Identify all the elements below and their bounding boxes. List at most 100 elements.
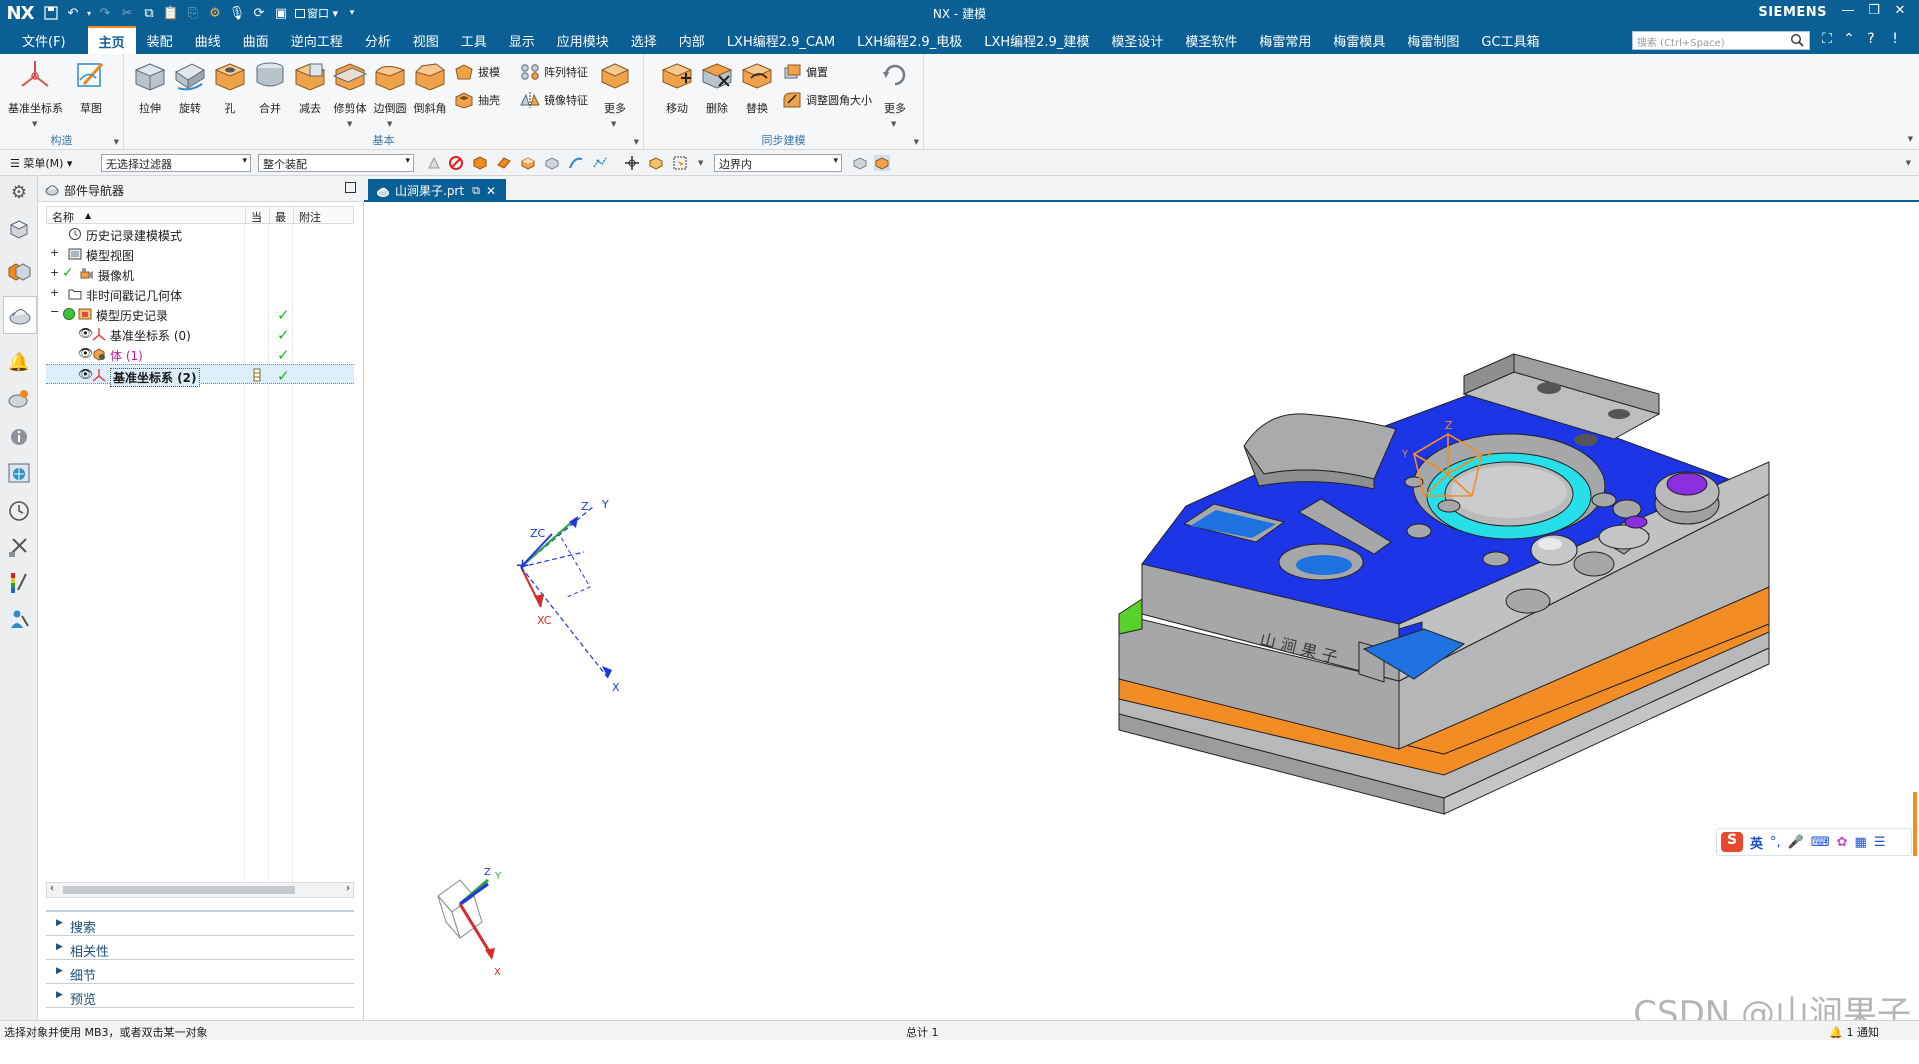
- voice-input-icon[interactable]: 🎤: [1788, 835, 1804, 850]
- visibility-eye-icon[interactable]: 👁: [78, 326, 93, 340]
- undo-dropdown-icon[interactable]: ▾: [84, 2, 94, 24]
- model-canvas[interactable]: + Y Z X ZC XC X Z Y 山 涧 果 子 Z Y X: [364, 204, 1919, 1020]
- selection-filter-icon[interactable]: [426, 155, 442, 171]
- chevron-down-icon[interactable]: ▼: [387, 120, 392, 128]
- shaded-edges-icon[interactable]: [852, 155, 868, 171]
- tab-lxh-electrode[interactable]: LXH编程2.9_电极: [846, 26, 973, 54]
- snap-point-icon[interactable]: [592, 155, 608, 171]
- punctuation-icon[interactable]: °,: [1770, 835, 1781, 850]
- tab-internal[interactable]: 内部: [668, 26, 716, 54]
- chevron-down-icon[interactable]: ▼: [891, 120, 896, 128]
- chevron-down-icon[interactable]: ▼: [611, 120, 616, 128]
- ime-menu-icon[interactable]: ☰: [1874, 835, 1886, 850]
- tab-meilei-mold[interactable]: 梅雷模具: [1322, 26, 1396, 54]
- work-csys-triad[interactable]: + Y Z X ZC XC: [515, 498, 620, 694]
- mirror-feature-button[interactable]: 镜像特征: [520, 88, 588, 112]
- reuse-library-icon[interactable]: [6, 386, 32, 412]
- alert-icon[interactable]: !: [1886, 31, 1904, 49]
- shell-button[interactable]: 抽壳: [454, 88, 500, 112]
- cut-icon[interactable]: ✂: [116, 2, 138, 24]
- tree-row-model-views[interactable]: + 模型视图: [46, 244, 354, 264]
- expand-icon[interactable]: +: [50, 266, 59, 279]
- select-curve-icon[interactable]: [568, 155, 584, 171]
- tab-reverse-engineering[interactable]: 逆向工程: [280, 26, 354, 54]
- close-button[interactable]: ✕: [1889, 3, 1911, 23]
- sync-more-button[interactable]: 更多 ▼: [874, 58, 916, 128]
- window-menu-icon[interactable]: 窗口 ▾: [292, 2, 341, 24]
- selection-scope-select[interactable]: 整个装配 ▾: [258, 154, 414, 172]
- visibility-eye-icon[interactable]: 👁: [78, 367, 93, 381]
- expand-icon[interactable]: +: [50, 286, 59, 299]
- column-notes[interactable]: 附注: [299, 209, 321, 225]
- expand-icon[interactable]: +: [50, 246, 59, 259]
- selection-intent-icon[interactable]: [648, 155, 664, 171]
- keyboard-icon[interactable]: ⌨: [1811, 835, 1830, 850]
- checkmark-icon[interactable]: ✓: [62, 265, 74, 281]
- top-menu-button[interactable]: ☰ 菜单(M) ▾: [10, 155, 72, 171]
- command-finder-icon[interactable]: ⚙: [204, 2, 226, 24]
- section-search[interactable]: ▶ 搜索: [46, 914, 354, 936]
- tab-analysis[interactable]: 分析: [354, 26, 402, 54]
- tab-lxh-modeling[interactable]: LXH编程2.9_建模: [973, 26, 1100, 54]
- scrollbar-thumb[interactable]: [63, 886, 295, 894]
- tree-row-cameras[interactable]: + ✓ 摄像机: [46, 264, 354, 284]
- fullscreen-icon[interactable]: ⛶: [1818, 31, 1836, 49]
- chevron-down-icon[interactable]: ▼: [634, 138, 639, 146]
- ime-language[interactable]: 英: [1750, 833, 1763, 852]
- document-tab[interactable]: 山涧果子.prt ⧉ ✕: [368, 179, 506, 202]
- type-filter-select[interactable]: 无选择过滤器 ▾: [101, 154, 251, 172]
- section-details[interactable]: ▶ 细节: [46, 962, 354, 984]
- move-handle-icon[interactable]: [624, 155, 640, 171]
- pop-out-icon[interactable]: ⧉: [472, 184, 480, 198]
- draft-button[interactable]: 拔模: [454, 60, 500, 84]
- duplicate-icon[interactable]: ⎘: [182, 2, 204, 24]
- palette-icon[interactable]: [6, 570, 32, 596]
- column-name[interactable]: 名称: [52, 209, 74, 225]
- web-browser-icon[interactable]: [6, 460, 32, 486]
- toolbox-grid-icon[interactable]: ▦: [1855, 835, 1867, 850]
- tab-tools[interactable]: 工具: [450, 26, 498, 54]
- visibility-eye-icon[interactable]: 👁: [78, 346, 93, 360]
- select-feature-icon[interactable]: [520, 155, 536, 171]
- chevron-down-icon[interactable]: ▼: [914, 138, 919, 146]
- scroll-right-icon[interactable]: ›: [346, 883, 350, 894]
- selection-bar-options-icon[interactable]: ▼: [1906, 159, 1911, 167]
- ime-toolbar[interactable]: S 英 °, 🎤 ⌨ ✿ ▦ ☰: [1716, 828, 1912, 856]
- assembly-navigator-icon[interactable]: [6, 216, 32, 242]
- section-dependencies[interactable]: ▶ 相关性: [46, 938, 354, 960]
- replace-face-button[interactable]: 替换: [736, 58, 778, 115]
- tab-mosheng-software[interactable]: 模圣软件: [1174, 26, 1248, 54]
- tab-assembly[interactable]: 装配: [136, 26, 184, 54]
- chevron-down-icon[interactable]: ▼: [347, 120, 352, 128]
- boundary-select[interactable]: 边界内 ▾: [714, 154, 842, 172]
- pattern-feature-button[interactable]: 阵列特征: [520, 60, 588, 84]
- datum-csys-button[interactable]: 基准坐标系 ▼: [8, 58, 63, 128]
- basic-more-button[interactable]: 更多 ▼: [594, 58, 636, 128]
- tab-curve[interactable]: 曲线: [184, 26, 232, 54]
- microphone-icon[interactable]: 🎙: [226, 2, 248, 24]
- chamfer-button[interactable]: 倒斜角: [409, 58, 451, 115]
- column-current[interactable]: 当: [251, 209, 262, 225]
- select-face-icon[interactable]: [496, 155, 512, 171]
- help-icon[interactable]: ?: [1862, 31, 1880, 49]
- chevron-down-icon[interactable]: ▼: [32, 120, 37, 128]
- column-latest[interactable]: 最: [275, 209, 286, 225]
- graphics-window[interactable]: + Y Z X ZC XC X Z Y 山 涧 果 子 Z Y X: [364, 204, 1919, 1020]
- part-navigator-tab[interactable]: [3, 296, 37, 334]
- collapse-ribbon-icon[interactable]: ⌃: [1840, 31, 1858, 49]
- file-menu[interactable]: 文件(F): [0, 26, 88, 54]
- tab-home[interactable]: 主页: [87, 26, 136, 54]
- tab-gc-toolbox[interactable]: GC工具箱: [1470, 26, 1550, 54]
- copy-icon[interactable]: ⧉: [138, 2, 160, 24]
- offset-region-button[interactable]: 偏置: [782, 60, 828, 84]
- settings-gear-icon[interactable]: ⚙: [6, 182, 32, 208]
- view-triad[interactable]: X Z Y: [437, 867, 502, 978]
- tree-row-non-timestamp-geometry[interactable]: + 非时间戳记几何体: [46, 284, 354, 304]
- tree-row-datum-csys-0[interactable]: 👁 基准坐标系 (0) ✓: [46, 324, 354, 344]
- tab-select[interactable]: 选择: [620, 26, 668, 54]
- process-studio-icon[interactable]: [6, 534, 32, 560]
- tab-mosheng-design[interactable]: 模圣设计: [1100, 26, 1174, 54]
- render-style-icon[interactable]: [874, 155, 890, 171]
- constraint-navigator-icon[interactable]: [6, 258, 32, 284]
- notifications-bell-icon[interactable]: 🔔: [6, 352, 32, 378]
